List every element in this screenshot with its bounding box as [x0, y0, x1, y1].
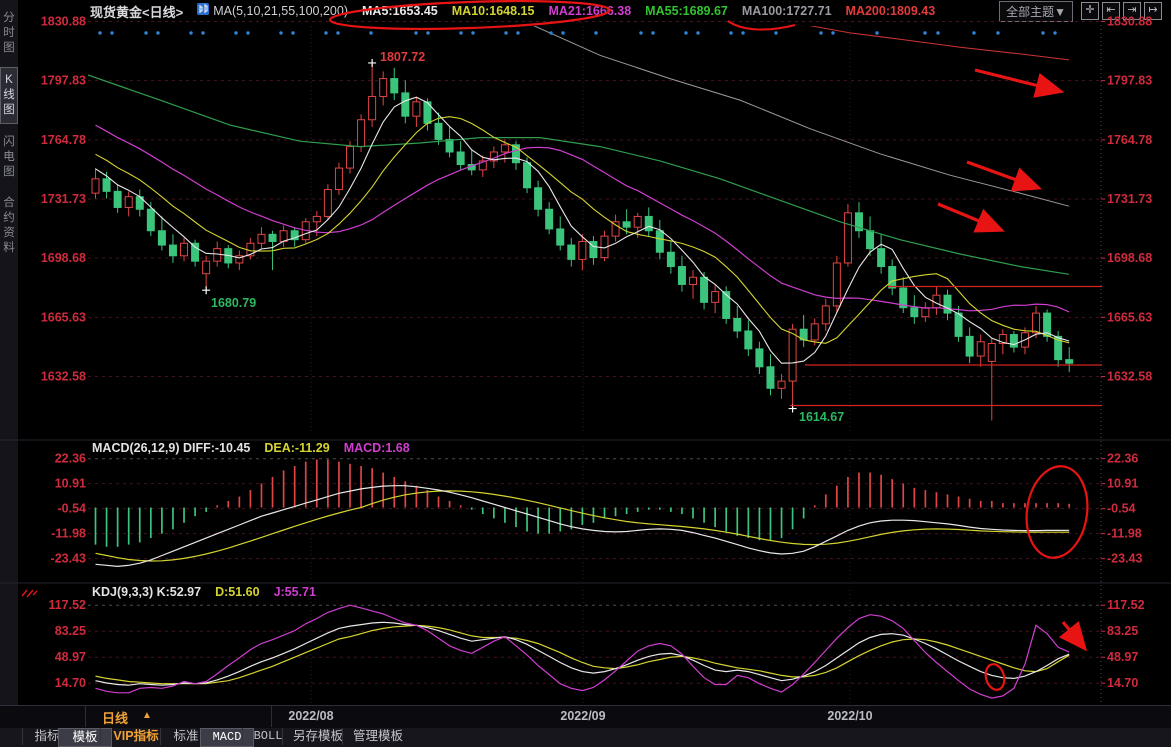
- svg-text:1731.73: 1731.73: [1107, 192, 1152, 206]
- svg-text:1632.58: 1632.58: [41, 369, 86, 383]
- svg-text:22.36: 22.36: [1107, 452, 1138, 466]
- tab-管理模板[interactable]: 管理模板: [342, 728, 413, 745]
- ma-value-0: MA5:1653.45: [362, 4, 438, 18]
- kdj-circle-annotation: [983, 662, 1007, 692]
- macd-header: MACD(26,12,9) DIFF:-10.45 DEA:-11.29 MACD:…: [92, 441, 424, 455]
- svg-text:1797.83: 1797.83: [1107, 74, 1152, 88]
- window-toolbar: ✛⇤⇥↦: [1081, 2, 1165, 20]
- svg-text:-11.98: -11.98: [51, 527, 86, 541]
- sidebar-item-0[interactable]: 分时图: [0, 6, 18, 61]
- macd-circle-annotation: [1021, 462, 1093, 561]
- svg-text:-11.98: -11.98: [1107, 527, 1142, 541]
- macd-hdr-part-1: DEA:-11.29: [264, 441, 329, 455]
- svg-text:48.97: 48.97: [1107, 650, 1138, 664]
- period-up-arrow-icon: ▲: [142, 710, 152, 721]
- svg-text:83.25: 83.25: [55, 624, 86, 638]
- svg-text:1807.72: 1807.72: [380, 50, 425, 64]
- underline-scribble: [728, 21, 795, 30]
- macd-hdr-part-0: MACD(26,12,9) DIFF:-10.45: [92, 441, 250, 455]
- sidebar-item-1[interactable]: K线图: [0, 67, 18, 124]
- svg-text:48.97: 48.97: [55, 650, 86, 664]
- ma-value-5: MA200:1809.43: [846, 4, 936, 18]
- svg-text:1764.78: 1764.78: [1107, 133, 1152, 147]
- ma-value-1: MA10:1648.15: [452, 4, 535, 18]
- svg-text:117.52: 117.52: [1107, 598, 1145, 612]
- svg-text:14.70: 14.70: [1107, 676, 1138, 690]
- compress-right-icon[interactable]: ⇥: [1123, 2, 1141, 20]
- indicator-tab-bar: 指标模板VIP指标标准MACDBOLL另存模板管理模板: [0, 728, 1171, 747]
- chart-type-sidebar: 分时图 K线图闪电图合约资料: [0, 0, 18, 705]
- chart-header: 现货黄金<日线> MA(5,10,21,55,100,200) MA5:1653…: [18, 0, 1171, 22]
- ma-value-4: MA100:1727.71: [742, 4, 832, 18]
- instrument-title: 现货黄金<日线>: [90, 2, 183, 21]
- kline-icon: [197, 2, 209, 21]
- candlesticks: [92, 63, 1073, 421]
- svg-text:10.91: 10.91: [1107, 477, 1138, 491]
- svg-text:117.52: 117.52: [48, 598, 86, 612]
- sidebar-item-2[interactable]: 闪电图: [0, 130, 18, 185]
- corner-mark: [22, 590, 37, 597]
- svg-text:1764.78: 1764.78: [41, 133, 86, 147]
- svg-text:1614.67: 1614.67: [799, 410, 844, 424]
- svg-text:1680.79: 1680.79: [211, 296, 256, 310]
- svg-text:1632.58: 1632.58: [1107, 369, 1152, 383]
- event-dots: [98, 31, 1056, 34]
- ma-value-2: MA21:1666.38: [548, 4, 631, 18]
- kdj-hdr-part-2: J:55.71: [274, 585, 316, 599]
- period-selector[interactable]: 日线 ▲: [85, 706, 272, 727]
- svg-text:83.25: 83.25: [1107, 624, 1138, 638]
- ma-params-label: MA(5,10,21,55,100,200): [213, 4, 348, 18]
- sidebar-item-3[interactable]: 合约资料: [0, 191, 18, 261]
- svg-text:1665.63: 1665.63: [41, 310, 86, 324]
- svg-text:1698.68: 1698.68: [1107, 251, 1152, 265]
- x-axis-label-0: 2022/08: [288, 709, 333, 723]
- kdj-hdr-part-1: D:51.60: [215, 585, 259, 599]
- svg-text:10.91: 10.91: [55, 477, 86, 491]
- kdj-pane: [96, 605, 1070, 698]
- time-axis-row: 日线 ▲ 2022/08 2022/09 2022/10: [0, 705, 1171, 729]
- ma-values: MA5:1653.45 MA10:1648.15 MA21:1666.38 MA55:…: [348, 4, 935, 18]
- svg-text:1731.73: 1731.73: [41, 192, 86, 206]
- axis-labels: 1830.881830.881797.831797.831764.781764.…: [0, 15, 1171, 704]
- collapse-right-icon[interactable]: ↦: [1144, 2, 1162, 20]
- macd-pane: [96, 459, 1070, 566]
- x-axis-label-2: 2022/10: [827, 709, 872, 723]
- x-axis-label-1: 2022/09: [560, 709, 605, 723]
- svg-text:14.70: 14.70: [55, 676, 86, 690]
- kdj-header: KDJ(9,3,3) K:52.97 D:51.60 J:55.71: [92, 585, 330, 599]
- svg-text:1665.63: 1665.63: [1107, 310, 1152, 324]
- svg-text:-23.43: -23.43: [1107, 552, 1142, 566]
- chart-canvas: 1830.881830.881797.831797.831764.781764.…: [0, 0, 1171, 747]
- ma-value-3: MA55:1689.67: [645, 4, 728, 18]
- kdj-hdr-part-0: KDJ(9,3,3) K:52.97: [92, 585, 201, 599]
- svg-text:1797.83: 1797.83: [41, 74, 86, 88]
- main-price-pane: [88, 23, 1073, 420]
- compress-left-icon[interactable]: ⇤: [1102, 2, 1120, 20]
- svg-text:-0.54: -0.54: [58, 502, 87, 516]
- svg-text:1698.68: 1698.68: [41, 251, 86, 265]
- svg-text:-23.43: -23.43: [51, 552, 86, 566]
- theme-dropdown-button[interactable]: 全部主题▼: [999, 1, 1073, 22]
- macd-hdr-part-2: MACD:1.68: [344, 441, 410, 455]
- pan-icon[interactable]: ✛: [1081, 2, 1099, 20]
- period-label: 日线: [102, 708, 128, 727]
- trading-app-window: 现货黄金<日线> MA(5,10,21,55,100,200) MA5:1653…: [0, 0, 1171, 747]
- svg-text:22.36: 22.36: [55, 452, 86, 466]
- svg-text:-0.54: -0.54: [1107, 502, 1136, 516]
